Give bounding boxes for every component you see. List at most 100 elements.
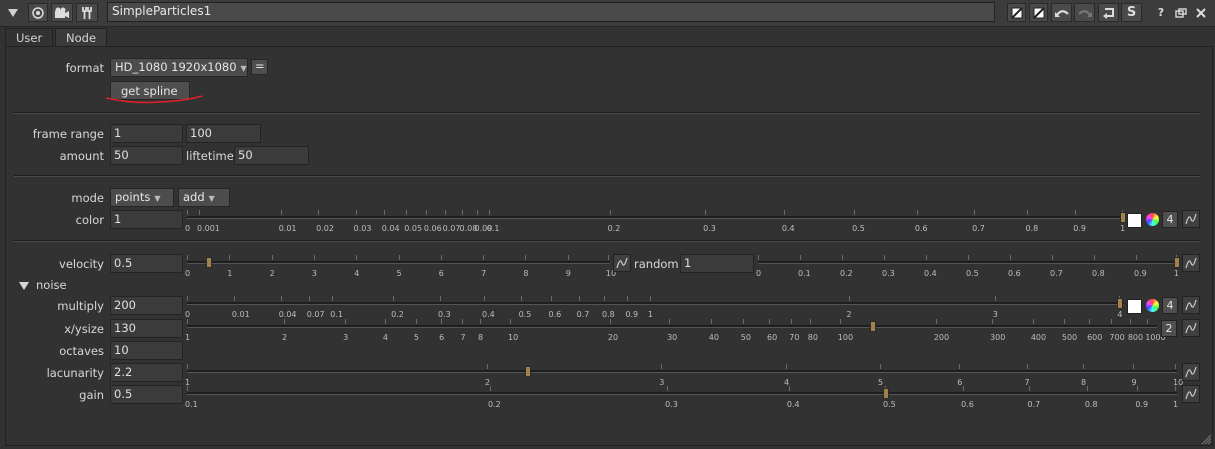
collapse-triangle-icon[interactable] bbox=[19, 279, 29, 293]
help-icon[interactable]: ? bbox=[1152, 3, 1170, 22]
slider-tick-label: 300 bbox=[990, 333, 1006, 342]
pin-white-icon[interactable] bbox=[1029, 3, 1048, 22]
slider-tick-label: 0.5 bbox=[966, 269, 979, 278]
animation-curve-icon[interactable] bbox=[1182, 210, 1200, 228]
animation-curve-icon[interactable] bbox=[1182, 296, 1200, 314]
multiply-input[interactable]: 200 bbox=[110, 296, 183, 315]
slider-handle[interactable] bbox=[869, 321, 876, 332]
slider-handle[interactable] bbox=[524, 366, 531, 377]
octaves-input[interactable]: 10 bbox=[110, 341, 183, 360]
slider-handle[interactable] bbox=[1120, 212, 1127, 223]
slider-tick bbox=[393, 296, 395, 301]
animation-curve-icon[interactable] bbox=[1182, 319, 1200, 337]
xysize-input[interactable]: 130 bbox=[110, 319, 183, 338]
animation-curve-icon[interactable] bbox=[1182, 254, 1200, 272]
lifetime-input[interactable]: 50 bbox=[234, 146, 309, 165]
camera-icon[interactable] bbox=[51, 3, 73, 22]
color-wheel-icon[interactable] bbox=[1146, 299, 1159, 312]
animation-curve-icon[interactable] bbox=[613, 254, 631, 272]
slider-tick-label: 1 bbox=[1173, 400, 1179, 409]
multiply-label: multiply bbox=[57, 299, 104, 313]
slider-tick bbox=[809, 319, 811, 324]
slider-tick-label: 0.9 bbox=[625, 310, 639, 319]
redo-icon[interactable] bbox=[1074, 3, 1095, 22]
random-slider[interactable]: 0 0.1 0.2 0.3 0.4 0.5 0.6 0.7 0.8 0.9 1 bbox=[756, 255, 1180, 278]
slider-tick-label: 0 bbox=[185, 224, 191, 233]
color-swatch[interactable] bbox=[1127, 299, 1142, 314]
slider-tick bbox=[483, 255, 485, 260]
slider-tick bbox=[318, 210, 320, 215]
frame-range-end-input[interactable]: 100 bbox=[186, 124, 261, 143]
lacunarity-input[interactable]: 2.2 bbox=[110, 363, 183, 382]
slider-tick-label: 0 bbox=[185, 310, 191, 319]
slider-tick-label: 100 bbox=[837, 333, 854, 342]
slider-tick bbox=[963, 386, 965, 391]
slider-track bbox=[187, 302, 1124, 305]
xysize-channels-button[interactable]: 2 bbox=[1161, 320, 1177, 337]
close-icon[interactable] bbox=[1192, 3, 1210, 22]
collapse-triangle-icon[interactable] bbox=[3, 3, 23, 22]
gain-input[interactable]: 0.5 bbox=[110, 385, 183, 404]
slider-tick-label: 2 bbox=[282, 333, 288, 342]
slider-handle[interactable] bbox=[1173, 257, 1180, 268]
mode-dropdown[interactable]: points ▼ bbox=[110, 188, 174, 207]
slider-tick-label: 60 bbox=[767, 333, 778, 342]
slider-handle[interactable] bbox=[206, 257, 213, 268]
revert-icon[interactable] bbox=[1098, 3, 1119, 22]
frame-range-start-input[interactable]: 1 bbox=[110, 124, 183, 143]
color-input[interactable]: 1 bbox=[110, 210, 183, 229]
slider-handle[interactable] bbox=[882, 388, 889, 399]
slider-tick-label: 0.7 bbox=[576, 310, 590, 319]
noise-group-label[interactable]: noise bbox=[36, 278, 67, 292]
xysize-slider[interactable]: 1 2 3 4 5 6 7 8 10 20 30 40 50 60 70 80 100 200 300 400 500 6… bbox=[185, 319, 1166, 342]
velocity-slider[interactable]: 0 1 2 3 4 5 6 7 8 9 10 bbox=[185, 255, 616, 278]
multiply-slider[interactable]: 0 0.01 0.04 0.07 0.1 0.2 0.3 0.4 0.5 0.6 0.7 0.8 0.9… bbox=[185, 296, 1124, 319]
tab-user[interactable]: User bbox=[5, 28, 53, 48]
slider-tick-label: 6 bbox=[439, 333, 445, 342]
slider-handle[interactable] bbox=[1117, 298, 1124, 309]
animation-curve-icon[interactable] bbox=[1182, 363, 1200, 381]
resize-grip-icon[interactable] bbox=[1200, 433, 1212, 448]
slider-tick bbox=[520, 296, 522, 301]
color-wheel-icon[interactable] bbox=[1146, 213, 1159, 226]
slider-tick-label: 4 bbox=[354, 269, 360, 278]
slider-tick-label: 0.6 bbox=[961, 400, 974, 409]
random-input[interactable]: 1 bbox=[680, 254, 754, 273]
slider-tick bbox=[1129, 319, 1131, 324]
pin-white-icon[interactable] bbox=[1007, 3, 1026, 22]
undo-icon[interactable] bbox=[1051, 3, 1072, 22]
slider-tick-label: 8 bbox=[477, 333, 484, 342]
multiply-channels-button[interactable]: 4 bbox=[1162, 297, 1178, 314]
gain-slider[interactable]: 0.1 0.2 0.3 0.4 0.5 0.6 0.7 0.8 0.9 1 bbox=[185, 386, 1178, 409]
mode-operation-dropdown[interactable]: add ▼ bbox=[178, 188, 230, 207]
slider-tick bbox=[669, 319, 671, 324]
node-name-input[interactable]: SimpleParticles1 bbox=[107, 2, 995, 22]
viewer-icon[interactable] bbox=[28, 3, 48, 22]
simple-s-icon[interactable]: S bbox=[1121, 3, 1142, 22]
slider-tick-label: 0.4 bbox=[924, 269, 937, 278]
slider-tick bbox=[489, 386, 491, 391]
slider-tick-label: 0.2 bbox=[607, 224, 621, 233]
slider-tick-label: 0.1 bbox=[486, 224, 500, 233]
color-slider[interactable]: 0 0.001 0.01 0.02 0.03 0.04 0.05 0.06 0.07 0.08 0.… bbox=[185, 210, 1127, 233]
float-icon[interactable] bbox=[1172, 3, 1190, 22]
slider-tick bbox=[187, 255, 188, 260]
format-dropdown[interactable]: HD_1080 1920x1080 ▼ bbox=[110, 58, 248, 77]
slider-tick-label: 0.4 bbox=[781, 224, 795, 233]
wrench-icon[interactable] bbox=[76, 3, 98, 22]
format-equal-button[interactable]: = bbox=[251, 59, 268, 75]
velocity-input[interactable]: 0.5 bbox=[110, 254, 183, 273]
tab-node[interactable]: Node bbox=[55, 28, 107, 47]
slider-tick-label: 0.4 bbox=[482, 310, 495, 319]
node-title-bar: SimpleParticles1 S ? bbox=[0, 0, 1215, 27]
color-swatch[interactable] bbox=[1127, 213, 1142, 228]
lacunarity-slider[interactable]: 1 2 3 4 5 6 7 8 9 10 bbox=[185, 364, 1183, 387]
animation-curve-icon[interactable] bbox=[1182, 385, 1200, 403]
slider-tick bbox=[578, 296, 580, 301]
slider-tick-label: 3 bbox=[992, 310, 998, 319]
slider-tick bbox=[661, 364, 663, 369]
slider-tick-label: 0.04 bbox=[381, 224, 400, 233]
color-channels-button[interactable]: 4 bbox=[1162, 211, 1178, 228]
slider-tick-label: 0.06 bbox=[423, 224, 442, 233]
amount-input[interactable]: 50 bbox=[110, 146, 183, 165]
